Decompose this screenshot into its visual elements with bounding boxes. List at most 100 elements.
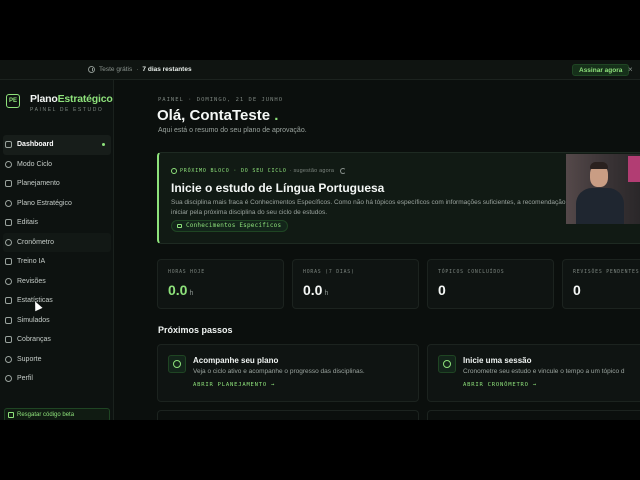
help-icon xyxy=(5,355,12,363)
stat-value: 0 xyxy=(573,282,581,298)
stat-hours-7-days: HORAS (7 DIAS) 0.0 h xyxy=(292,259,419,309)
webcam-wall-object xyxy=(628,156,640,182)
stat-number: 0.0 xyxy=(303,282,323,298)
grid-icon xyxy=(5,141,12,148)
redeem-beta-code-button[interactable]: Resgatar código beta xyxy=(4,408,110,420)
chart-icon xyxy=(5,297,12,304)
trial-remaining: 7 dias restantes xyxy=(142,66,192,73)
sidebar-item-label: Modo Ciclo xyxy=(17,160,53,168)
stat-number: 0 xyxy=(573,282,581,298)
sidebar-item-estatisticas[interactable]: Estatísticas xyxy=(3,291,111,311)
stat-value: 0.0 h xyxy=(303,282,328,298)
sidebar-item-planejamento[interactable]: Planejamento xyxy=(3,174,111,194)
stat-label: HORAS HOJE xyxy=(168,270,205,275)
timer-icon xyxy=(438,355,456,373)
trial-label: Teste grátis xyxy=(99,66,133,73)
sidebar-item-cronometro[interactable]: Cronômetro xyxy=(3,232,111,252)
sidebar-item-label: Cobranças xyxy=(17,336,51,344)
sidebar-item-label: Editais xyxy=(17,219,39,227)
next-step-card-plan[interactable]: Acompanhe seu plano Veja o ciclo ativo e… xyxy=(157,344,419,402)
next-step-card-partial xyxy=(427,410,640,420)
stat-label: HORAS (7 DIAS) xyxy=(303,270,355,275)
subject-chip[interactable]: Conhecimentos Específicos xyxy=(171,220,289,232)
timer-icon xyxy=(5,238,12,246)
sidebar-item-simulados[interactable]: Simulados xyxy=(3,311,111,331)
logo: PE xyxy=(6,94,20,108)
stat-value: 0.0 h xyxy=(168,282,193,298)
sidebar-item-perfil[interactable]: Perfil xyxy=(3,369,111,389)
open-planning-link[interactable]: ABRIR PLANEJAMENTO → xyxy=(193,382,275,388)
close-icon[interactable]: × xyxy=(628,65,633,74)
stat-label: TÓPICOS CONCLUÍDOS xyxy=(438,270,505,275)
page-subtitle: Aqui está o resumo do seu plano de aprov… xyxy=(158,127,307,134)
stat-number: 0 xyxy=(438,282,446,298)
sidebar-item-label: Treino IA xyxy=(17,258,46,266)
stat-value: 0 xyxy=(438,282,446,298)
clock-icon xyxy=(88,66,95,73)
sidebar: PE PlanoEstratégico PAINEL DE ESTUDO Das… xyxy=(0,80,114,420)
user-icon xyxy=(5,375,12,382)
ticket-icon xyxy=(8,412,14,418)
brand-subtitle: PAINEL DE ESTUDO xyxy=(30,107,104,113)
sidebar-item-modo-ciclo[interactable]: Modo Ciclo xyxy=(3,155,111,175)
app-window: Teste grátis · 7 dias restantes Assinar … xyxy=(0,60,640,420)
sidebar-item-label: Dashboard xyxy=(17,141,54,149)
greeting-text: Olá, ContaTeste xyxy=(157,107,271,124)
sidebar-nav: Dashboard Modo Ciclo Planejamento Plano … xyxy=(0,135,114,389)
card-description: Veja o ciclo ativo e acompanhe o progres… xyxy=(193,368,365,375)
brand-accent: Estratégico xyxy=(57,93,113,105)
page-title: Olá, ContaTeste . xyxy=(157,107,278,124)
sidebar-item-label: Simulados xyxy=(17,316,50,324)
cycle-icon xyxy=(5,160,12,168)
sidebar-item-editais[interactable]: Editais xyxy=(3,213,111,233)
greeting-period: . xyxy=(274,107,279,124)
sidebar-item-plano-estrategico[interactable]: Plano Estratégico xyxy=(3,194,111,214)
stat-topics-completed: TÓPICOS CONCLUÍDOS 0 xyxy=(427,259,554,309)
sidebar-item-label: Cronômetro xyxy=(17,238,54,246)
sidebar-item-label: Plano Estratégico xyxy=(17,199,72,207)
spark-icon xyxy=(5,258,12,265)
sidebar-item-treino-ia[interactable]: Treino IA xyxy=(3,252,111,272)
target-icon xyxy=(5,199,12,207)
card-title: Inicie uma sessão xyxy=(463,356,532,365)
card-description: Cronometre seu estudo e vincule o tempo … xyxy=(463,368,625,375)
next-steps-heading: Próximos passos xyxy=(158,325,233,335)
calendar-icon xyxy=(5,180,12,187)
stat-hours-today: HORAS HOJE 0.0 h xyxy=(157,259,284,309)
next-block-label: PRÓXIMO BLOCO · DO SEU CICLO xyxy=(180,168,287,174)
next-block-tag: PRÓXIMO BLOCO · DO SEU CICLO · sugestão … xyxy=(171,168,347,174)
stat-unit: h xyxy=(324,290,329,297)
sidebar-item-label: Perfil xyxy=(17,375,33,383)
next-block-description: Sua disciplina mais fraca é Conhecimento… xyxy=(171,199,571,216)
active-indicator xyxy=(102,143,105,146)
open-timer-link[interactable]: ABRIR CRONÔMETRO → xyxy=(463,382,537,388)
book-icon xyxy=(177,224,182,228)
stat-unit: h xyxy=(189,290,194,297)
subject-chip-label: Conhecimentos Específicos xyxy=(186,222,282,229)
breadcrumb: PAINEL · DOMINGO, 21 DE JUNHO xyxy=(158,97,284,103)
sidebar-item-cobrancas[interactable]: Cobranças xyxy=(3,330,111,350)
stat-number: 0.0 xyxy=(168,282,188,298)
refresh-icon[interactable] xyxy=(340,168,347,174)
next-step-card-partial xyxy=(157,410,419,420)
sidebar-item-dashboard[interactable]: Dashboard xyxy=(3,135,111,155)
brand-main: Plano xyxy=(30,93,58,105)
next-block-title: Inicie o estudo de Língua Portuguesa xyxy=(171,181,385,195)
trial-status: Teste grátis · 7 dias restantes xyxy=(88,66,192,73)
stat-label: REVISÕES PENDENTES xyxy=(573,270,640,275)
sidebar-item-revisoes[interactable]: Revisões xyxy=(3,272,111,292)
sidebar-item-suporte[interactable]: Suporte xyxy=(3,350,111,370)
book-icon xyxy=(5,219,12,226)
sidebar-item-label: Planejamento xyxy=(17,180,60,188)
target-icon xyxy=(168,355,186,373)
trial-banner: Teste grátis · 7 dias restantes Assinar … xyxy=(0,60,640,80)
webcam-person-hair xyxy=(590,162,608,169)
webcam-overlay xyxy=(566,154,640,224)
subscribe-button[interactable]: Assinar agora xyxy=(572,64,630,76)
next-step-card-session[interactable]: Inicie uma sessão Cronometre seu estudo … xyxy=(427,344,640,402)
refresh-icon xyxy=(5,277,12,285)
stats-row: HORAS HOJE 0.0 h HORAS (7 DIAS) 0.0 h TÓPI… xyxy=(157,259,640,309)
webcam-person-body xyxy=(576,188,624,224)
card-title: Acompanhe seu plano xyxy=(193,356,279,365)
stat-pending-reviews: REVISÕES PENDENTES 0 xyxy=(562,259,640,309)
